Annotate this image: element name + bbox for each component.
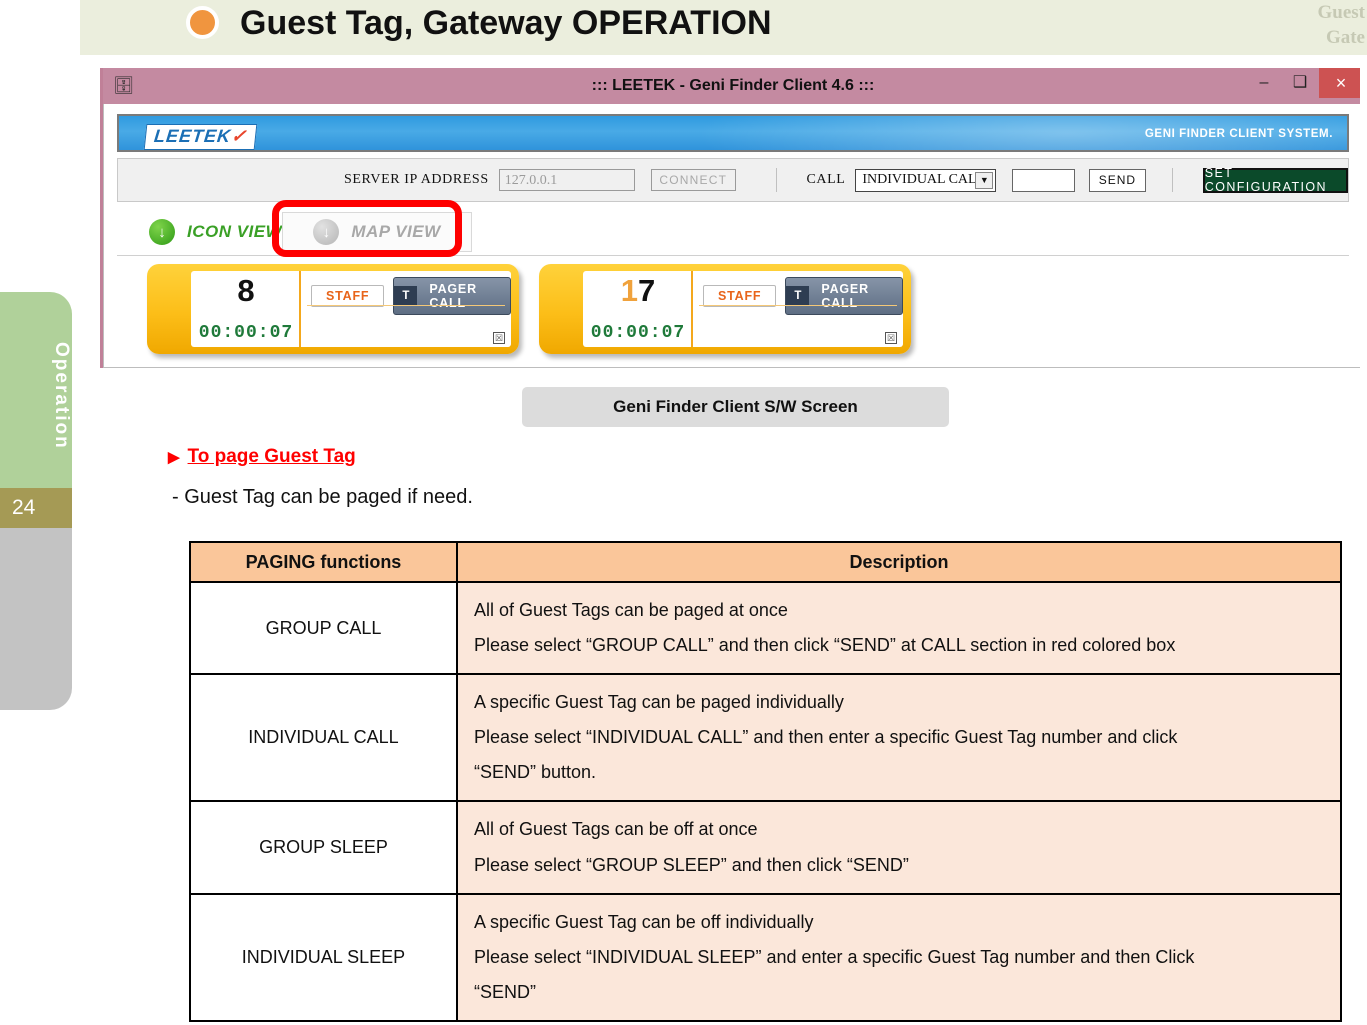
page-title: Guest Tag, Gateway OPERATION xyxy=(240,4,772,42)
close-icon[interactable]: ☒ xyxy=(493,332,505,344)
description-line: “SEND” xyxy=(474,981,536,1002)
tag-card-inner: 8 00:00:07 STAFF T PAGER CALL ☒ xyxy=(191,271,511,347)
sidebar-chapter-label: Operation xyxy=(51,342,72,450)
description-line: Please select “INDIVIDUAL CALL” and then… xyxy=(474,727,1178,748)
description-line: “SEND” button. xyxy=(474,762,597,783)
description-line: Please select “GROUP CALL” and then clic… xyxy=(474,635,1176,656)
tag-chip-row: STAFF T PAGER CALL xyxy=(311,277,511,315)
sidebar-page-number: 24 xyxy=(0,488,72,528)
tag-card-list: 8 00:00:07 STAFF T PAGER CALL ☒ 17 00:00… xyxy=(117,264,1349,364)
tag-card[interactable]: 17 00:00:07 STAFF T PAGER CALL ☒ xyxy=(539,264,911,354)
table-header-description: Description xyxy=(456,541,1342,583)
window-title: ::: LEETEK - Geni Finder Client 4.6 ::: xyxy=(591,77,875,94)
map-view-highlight-box xyxy=(272,200,462,257)
send-button[interactable]: SEND xyxy=(1088,168,1146,192)
paging-functions-table: PAGING functions Description GROUP CALL … xyxy=(189,541,1342,1022)
table-row: GROUP CALL All of Guest Tags can be page… xyxy=(189,580,1342,676)
table-cell-function: INDIVIDUAL SLEEP xyxy=(189,892,458,1022)
section-heading-label: To page Guest Tag xyxy=(187,446,356,467)
description-line: Please select “INDIVIDUAL SLEEP” and ent… xyxy=(474,946,1195,967)
table-header-function: PAGING functions xyxy=(189,541,458,583)
logo-tick-icon: ✓ xyxy=(230,126,249,146)
brand-banner: LEETEK✓ GENI FINDER CLIENT SYSTEM. xyxy=(117,114,1349,152)
minimize-button[interactable]: – xyxy=(1245,68,1283,98)
server-ip-input[interactable]: 127.0.0.1 xyxy=(498,169,635,191)
section-heading: ▶ To page Guest Tag xyxy=(168,446,356,468)
corner-watermark-line1: Guest xyxy=(1317,2,1366,23)
table-cell-function: GROUP SLEEP xyxy=(189,800,458,895)
table-cell-function: INDIVIDUAL CALL xyxy=(189,673,458,803)
page-header: Guest Tag, Gateway OPERATION Guest Gate xyxy=(80,0,1367,55)
corner-watermark-line2: Gate xyxy=(1325,27,1365,48)
description-line: A specific Guest Tag can be paged indivi… xyxy=(474,692,844,713)
description-line: Please select “GROUP SLEEP” and then cli… xyxy=(474,854,909,875)
slide-page: Guest Tag, Gateway OPERATION Guest Gate … xyxy=(0,0,1367,1025)
tag-chip-row: STAFF T PAGER CALL xyxy=(703,277,903,315)
tag-number-value: 7 xyxy=(638,273,656,308)
tag-card-divider xyxy=(307,305,505,306)
table-cell-function: GROUP CALL xyxy=(189,580,458,676)
pager-call-label: PAGER CALL xyxy=(821,282,869,310)
tag-card-right: STAFF T PAGER CALL ☒ xyxy=(693,271,903,347)
staff-badge[interactable]: STAFF xyxy=(311,285,385,307)
tag-timer: 00:00:07 xyxy=(590,323,686,343)
screenshot-caption: Geni Finder Client S/W Screen xyxy=(522,387,949,427)
pager-type-label: T xyxy=(394,286,418,306)
chevron-down-icon[interactable]: ▼ xyxy=(975,171,994,189)
corner-watermark: Guest Gate xyxy=(1275,0,1366,50)
pager-call-label: PAGER CALL xyxy=(429,282,477,310)
sidebar-filler xyxy=(0,528,72,710)
toolbar-divider-2 xyxy=(1171,168,1173,192)
staff-badge[interactable]: STAFF xyxy=(703,285,777,307)
table-cell-description: A specific Guest Tag can be paged indivi… xyxy=(456,673,1342,803)
call-mode-select[interactable]: INDIVIDUAL CALL ▼ xyxy=(855,168,997,192)
pager-call-badge[interactable]: T PAGER CALL xyxy=(785,277,903,315)
tag-card-divider xyxy=(699,305,897,306)
orange-bullet-icon xyxy=(186,6,219,39)
close-icon[interactable]: ☒ xyxy=(885,332,897,344)
table-row: GROUP SLEEP All of Guest Tags can be off… xyxy=(189,800,1342,895)
tab-icon-view-label: ICON VIEW xyxy=(187,222,283,241)
tag-card[interactable]: 8 00:00:07 STAFF T PAGER CALL ☒ xyxy=(147,264,519,354)
call-label: CALL xyxy=(806,172,846,187)
tag-card-right: STAFF T PAGER CALL ☒ xyxy=(301,271,511,347)
sidebar-chapter-tab[interactable]: Operation xyxy=(0,292,72,488)
connection-toolbar: SERVER IP ADDRESS 127.0.0.1 CONNECT CALL… xyxy=(117,158,1349,202)
table-cell-description: All of Guest Tags can be off at once Ple… xyxy=(456,800,1342,895)
close-button[interactable]: × xyxy=(1319,68,1360,98)
toolbar-divider-1 xyxy=(775,168,777,192)
table-cell-description: A specific Guest Tag can be off individu… xyxy=(456,892,1342,1022)
tag-card-left: 8 00:00:07 xyxy=(191,271,301,347)
tag-number: 17 xyxy=(583,273,693,309)
section-subtext: - Guest Tag can be paged if need. xyxy=(172,486,473,508)
tag-card-inner: 17 00:00:07 STAFF T PAGER CALL ☒ xyxy=(583,271,903,347)
tag-number-lead: 1 xyxy=(620,273,638,308)
tag-number: 8 xyxy=(191,273,301,309)
connect-button[interactable]: CONNECT xyxy=(651,169,736,191)
table-row: INDIVIDUAL SLEEP A specific Guest Tag ca… xyxy=(189,892,1342,1022)
call-mode-value: INDIVIDUAL CALL xyxy=(862,172,986,187)
table-row: INDIVIDUAL CALL A specific Guest Tag can… xyxy=(189,673,1342,803)
tag-timer: 00:00:07 xyxy=(198,323,294,343)
leetek-logo: LEETEK✓ xyxy=(143,124,258,150)
pager-type-label: T xyxy=(786,286,810,306)
set-configuration-button[interactable]: SET CONFIGURATION xyxy=(1202,166,1348,194)
window-titlebar: 🗄 ::: LEETEK - Geni Finder Client 4.6 ::… xyxy=(103,68,1360,104)
maximize-button[interactable]: ❑ xyxy=(1281,68,1319,98)
call-number-input[interactable] xyxy=(1012,168,1075,192)
banner-system-label: GENI FINDER CLIENT SYSTEM. xyxy=(1144,128,1333,140)
pager-call-badge[interactable]: T PAGER CALL xyxy=(393,277,511,315)
description-line: All of Guest Tags can be off at once xyxy=(474,819,758,840)
triangle-right-icon: ▶ xyxy=(168,449,180,466)
description-line: All of Guest Tags can be paged at once xyxy=(474,600,788,620)
tag-number-value: 8 xyxy=(237,273,255,308)
description-line: A specific Guest Tag can be off individu… xyxy=(474,911,814,932)
server-ip-label: SERVER IP ADDRESS xyxy=(344,172,489,187)
table-header-row: PAGING functions Description xyxy=(189,541,1342,583)
tag-card-left: 17 00:00:07 xyxy=(583,271,693,347)
table-cell-description: All of Guest Tags can be paged at once P… xyxy=(456,580,1342,676)
download-circle-green-icon: ↓ xyxy=(149,219,175,245)
